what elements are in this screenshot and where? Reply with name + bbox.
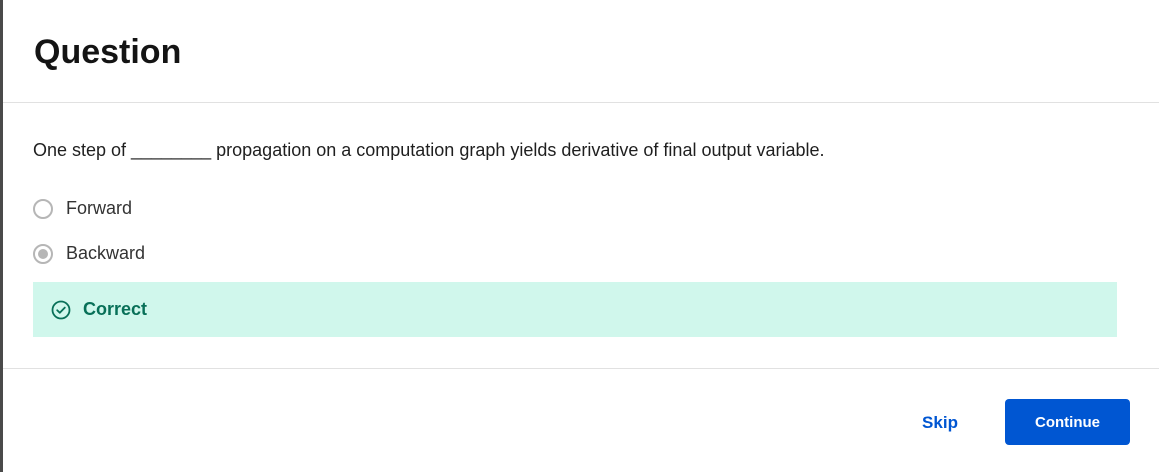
option-backward[interactable]: Backward bbox=[33, 231, 1159, 276]
radio-forward[interactable] bbox=[33, 198, 53, 219]
continue-button[interactable]: Continue bbox=[1005, 399, 1130, 445]
modal-title: Question bbox=[34, 33, 182, 71]
skip-button[interactable]: Skip bbox=[905, 400, 975, 446]
option-label: Backward bbox=[66, 243, 146, 263]
modal-footer: Skip Continue bbox=[3, 369, 1159, 471]
feedback-text: Correct bbox=[83, 299, 148, 319]
radio-selected-dot bbox=[38, 248, 48, 259]
check-circle-icon bbox=[50, 299, 72, 321]
answer-options: Forward Backward bbox=[33, 186, 1159, 276]
modal-body: One step of ________ propagation on a co… bbox=[3, 103, 1159, 369]
question-modal: Question One step of ________ propagatio… bbox=[0, 0, 1159, 472]
modal-header: Question bbox=[3, 0, 1159, 103]
option-forward[interactable]: Forward bbox=[33, 186, 1159, 231]
radio-backward[interactable] bbox=[33, 243, 53, 264]
feedback-banner: Correct bbox=[33, 282, 1117, 337]
question-text: One step of ________ propagation on a co… bbox=[33, 140, 825, 160]
option-label: Forward bbox=[66, 198, 133, 218]
